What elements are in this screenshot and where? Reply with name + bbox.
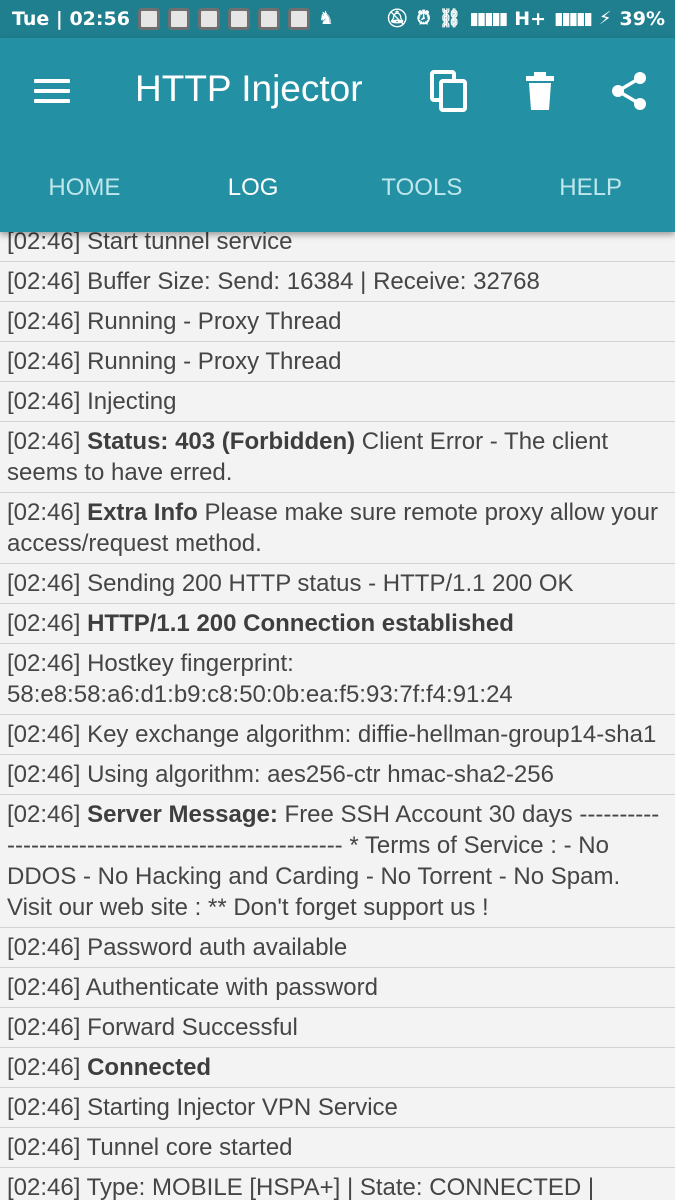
log-entry: [02:46] Key exchange algorithm: diffie-h… bbox=[0, 715, 675, 755]
log-highlight: HTTP/1.1 200 Connection established bbox=[87, 610, 514, 637]
log-message: Buffer Size: Send: 16384 | Receive: 3276… bbox=[87, 268, 540, 295]
signal-icon: ▮▮▮▮▮ bbox=[469, 9, 508, 29]
log-entry: [02:46] Connected bbox=[0, 1048, 675, 1088]
log-timestamp: [02:46] bbox=[7, 1174, 81, 1200]
log-timestamp: [02:46] bbox=[7, 570, 81, 597]
share-icon[interactable] bbox=[608, 70, 650, 112]
log-entry: [02:46] Type: MOBILE [HSPA+] | State: CO… bbox=[0, 1168, 675, 1200]
tab-log[interactable]: LOG bbox=[169, 158, 338, 218]
log-highlight: Server Message: bbox=[87, 801, 278, 828]
log-timestamp: [02:46] bbox=[7, 499, 81, 526]
alarm-icon: ⏰︎ bbox=[416, 8, 431, 29]
app-bar: HTTP Injector HOME LOG TOOLS HELP bbox=[0, 38, 675, 232]
log-timestamp: [02:46] bbox=[7, 348, 81, 375]
app-title: HTTP Injector bbox=[135, 68, 363, 109]
log-timestamp: [02:46] bbox=[7, 934, 81, 961]
log-entry: [02:46] Extra Info Please make sure remo… bbox=[0, 493, 675, 564]
notification-app-icon bbox=[137, 8, 160, 30]
log-entry: [02:46] Buffer Size: Send: 16384 | Recei… bbox=[0, 262, 675, 302]
log-entry: [02:46] Authenticate with password bbox=[0, 968, 675, 1008]
log-timestamp: [02:46] bbox=[7, 428, 81, 455]
log-timestamp: [02:46] bbox=[7, 268, 81, 295]
notification-app-icon bbox=[257, 8, 280, 30]
log-timestamp: [02:46] bbox=[7, 650, 81, 677]
log-message: Using algorithm: aes256-ctr hmac-sha2-25… bbox=[87, 761, 554, 788]
battery-percentage: 39% bbox=[619, 8, 665, 30]
log-message: Forward Successful bbox=[87, 1014, 298, 1041]
log-entry: [02:46] Running - Proxy Thread bbox=[0, 342, 675, 382]
trash-icon[interactable] bbox=[520, 70, 562, 112]
log-message: Running - Proxy Thread bbox=[87, 308, 342, 335]
log-timestamp: [02:46] bbox=[7, 761, 81, 788]
log-highlight: Connected bbox=[87, 1054, 212, 1081]
log-message: Injecting bbox=[87, 388, 177, 415]
status-time: Tue | 02:56 bbox=[12, 8, 130, 30]
menu-icon[interactable] bbox=[34, 74, 70, 104]
network-type: H+ bbox=[514, 8, 547, 30]
log-timestamp: [02:46] bbox=[7, 974, 81, 1001]
log-entry: [02:46] HTTP/1.1 200 Connection establis… bbox=[0, 604, 675, 644]
log-highlight: Status: 403 (Forbidden) bbox=[87, 428, 356, 455]
log-message: Type: MOBILE [HSPA+] | State: CONNECTED … bbox=[86, 1174, 595, 1200]
log-entry: [02:46] Sending 200 HTTP status - HTTP/1… bbox=[0, 564, 675, 604]
log-timestamp: [02:46] bbox=[7, 1014, 81, 1041]
log-highlight: Extra Info bbox=[87, 499, 198, 526]
notification-app-icon bbox=[167, 8, 190, 30]
log-message: Running - Proxy Thread bbox=[87, 348, 342, 375]
log-timestamp: [02:46] bbox=[7, 1094, 81, 1121]
log-entry: [02:46] Using algorithm: aes256-ctr hmac… bbox=[0, 755, 675, 795]
log-message: Sending 200 HTTP status - HTTP/1.1 200 O… bbox=[87, 570, 574, 597]
log-timestamp: [02:46] bbox=[7, 1134, 81, 1161]
log-entry: [02:46] Forward Successful bbox=[0, 1008, 675, 1048]
log-list[interactable]: [02:46] Start tunnel service [02:46] Buff… bbox=[0, 222, 675, 1200]
tab-bar: HOME LOG TOOLS HELP bbox=[0, 158, 675, 218]
log-timestamp: [02:46] bbox=[7, 610, 81, 637]
log-entry: [02:46] Hostkey fingerprint: 58:e8:58:a6… bbox=[0, 644, 675, 715]
log-message: Hostkey fingerprint: 58:e8:58:a6:d1:b9:c… bbox=[7, 650, 513, 708]
log-entry: [02:46] Server Message: Free SSH Account… bbox=[0, 795, 675, 928]
deer-icon: ♞ bbox=[317, 8, 335, 29]
notification-app-icon bbox=[227, 8, 250, 30]
log-timestamp: [02:46] bbox=[7, 388, 81, 415]
log-message: Key exchange algorithm: diffie-hellman-g… bbox=[87, 721, 657, 748]
tab-help[interactable]: HELP bbox=[506, 158, 675, 218]
status-bar: Tue | 02:56 ♞ 🔕︎ ⏰︎ ⛓︎ ▮▮▮▮▮ H+ ▮▮▮▮▮ ⚡︎… bbox=[0, 0, 675, 38]
log-timestamp: [02:46] bbox=[7, 801, 81, 828]
log-entry: [02:46] Injecting bbox=[0, 382, 675, 422]
notification-app-icon bbox=[197, 8, 220, 30]
tab-home[interactable]: HOME bbox=[0, 158, 169, 218]
charging-icon: ⚡︎ bbox=[598, 8, 612, 29]
log-message: Start tunnel service bbox=[87, 228, 293, 255]
log-message: Authenticate with password bbox=[85, 974, 378, 1001]
log-entry: [02:46] Starting Injector VPN Service bbox=[0, 1088, 675, 1128]
log-entry: [02:46] Running - Proxy Thread bbox=[0, 302, 675, 342]
tab-tools[interactable]: TOOLS bbox=[338, 158, 507, 218]
link-icon: ⛓︎ bbox=[438, 8, 462, 29]
toolbar: HTTP Injector bbox=[0, 38, 675, 146]
signal-icon: ▮▮▮▮▮ bbox=[554, 9, 593, 29]
log-message: Tunnel core started bbox=[86, 1134, 293, 1161]
log-entry: [02:46] Tunnel core started bbox=[0, 1128, 675, 1168]
notification-app-icon bbox=[287, 8, 310, 30]
log-entry: [02:46] Password auth available bbox=[0, 928, 675, 968]
log-entry: [02:46] Status: 403 (Forbidden) Client E… bbox=[0, 422, 675, 493]
mute-bell-icon: 🔕︎ bbox=[385, 8, 409, 29]
log-message: Password auth available bbox=[87, 934, 348, 961]
log-timestamp: [02:46] bbox=[7, 721, 81, 748]
log-timestamp: [02:46] bbox=[7, 308, 81, 335]
copy-icon[interactable] bbox=[428, 70, 470, 112]
log-timestamp: [02:46] bbox=[7, 1054, 81, 1081]
log-message: Starting Injector VPN Service bbox=[87, 1094, 398, 1121]
log-timestamp: [02:46] bbox=[7, 228, 81, 255]
